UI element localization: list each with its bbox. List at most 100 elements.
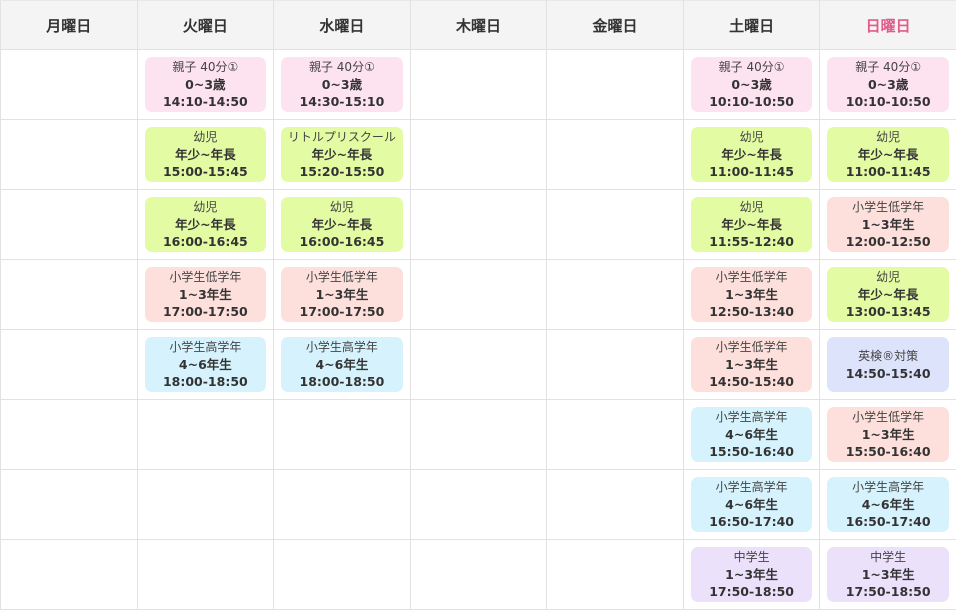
- lesson-card[interactable]: 親子 40分①0~3歳10:10-10:50: [827, 57, 949, 112]
- day-header-sun: 日曜日: [820, 1, 956, 50]
- lesson-name: 幼児: [330, 199, 354, 216]
- lesson-time: 16:00-16:45: [300, 233, 385, 250]
- lesson-card[interactable]: 小学生高学年4~6年生18:00-18:50: [281, 337, 403, 392]
- schedule-cell-mon: [1, 540, 138, 610]
- lesson-card[interactable]: 小学生低学年1~3年生14:50-15:40: [691, 337, 813, 392]
- schedule-cell-wed: 幼児年少~年長16:00-16:45: [274, 190, 411, 260]
- lesson-time: 10:10-10:50: [846, 93, 931, 110]
- lesson-card[interactable]: 幼児年少~年長11:55-12:40: [691, 197, 813, 252]
- lesson-card[interactable]: 中学生1~3年生17:50-18:50: [691, 547, 813, 602]
- lesson-card[interactable]: 小学生低学年1~3年生12:50-13:40: [691, 267, 813, 322]
- schedule-cell-sun: 中学生1~3年生17:50-18:50: [820, 540, 956, 610]
- lesson-card[interactable]: 小学生低学年1~3年生17:00-17:50: [145, 267, 267, 322]
- lesson-card[interactable]: 小学生低学年1~3年生12:00-12:50: [827, 197, 949, 252]
- lesson-time: 17:50-18:50: [846, 583, 931, 600]
- schedule-cell-mon: [1, 400, 138, 470]
- lesson-card[interactable]: 幼児年少~年長11:00-11:45: [691, 127, 813, 182]
- lesson-age: 1~3年生: [725, 286, 778, 303]
- lesson-age: 0~3歳: [185, 76, 225, 93]
- day-header-tue: 火曜日: [137, 1, 274, 50]
- lesson-card[interactable]: 小学生高学年4~6年生18:00-18:50: [145, 337, 267, 392]
- lesson-card[interactable]: 親子 40分①0~3歳10:10-10:50: [691, 57, 813, 112]
- schedule-cell-mon: [1, 330, 138, 400]
- lesson-card[interactable]: 小学生高学年4~6年生15:50-16:40: [691, 407, 813, 462]
- lesson-name: 親子 40分①: [172, 59, 238, 76]
- day-header-mon: 月曜日: [1, 1, 138, 50]
- lesson-card[interactable]: 英検®対策14:50-15:40: [827, 337, 949, 392]
- lesson-name: 小学生高学年: [852, 479, 924, 496]
- lesson-age: 4~6年生: [315, 356, 368, 373]
- lesson-card[interactable]: 親子 40分①0~3歳14:30-15:10: [281, 57, 403, 112]
- time-slot-row: 中学生1~3年生17:50-18:50中学生1~3年生17:50-18:50: [1, 540, 956, 610]
- lesson-name: 小学生低学年: [852, 199, 924, 216]
- schedule-cell-mon: [1, 190, 138, 260]
- lesson-card[interactable]: 中学生1~3年生17:50-18:50: [827, 547, 949, 602]
- lesson-name: 小学生低学年: [852, 409, 924, 426]
- schedule-cell-tue: [137, 400, 274, 470]
- schedule-cell-tue: [137, 540, 274, 610]
- schedule-cell-thu: [410, 330, 547, 400]
- lesson-card[interactable]: 親子 40分①0~3歳14:10-14:50: [145, 57, 267, 112]
- lesson-name: 中学生: [870, 549, 906, 566]
- schedule-cell-thu: [410, 470, 547, 540]
- lesson-card[interactable]: 幼児年少~年長15:00-15:45: [145, 127, 267, 182]
- schedule-cell-mon: [1, 120, 138, 190]
- schedule-cell-sat: 小学生低学年1~3年生12:50-13:40: [683, 260, 820, 330]
- schedule-cell-mon: [1, 470, 138, 540]
- lesson-age: 1~3年生: [179, 286, 232, 303]
- lesson-card[interactable]: 幼児年少~年長16:00-16:45: [145, 197, 267, 252]
- lesson-time: 11:00-11:45: [709, 163, 794, 180]
- lesson-age: 0~3歳: [868, 76, 908, 93]
- lesson-age: 4~6年生: [862, 496, 915, 513]
- lesson-age: 4~6年生: [725, 496, 778, 513]
- schedule-cell-fri: [547, 400, 684, 470]
- lesson-time: 18:00-18:50: [300, 373, 385, 390]
- lesson-age: 年少~年長: [175, 146, 235, 163]
- lesson-name: 幼児: [740, 199, 764, 216]
- lesson-age: 1~3年生: [862, 216, 915, 233]
- schedule-cell-tue: 小学生高学年4~6年生18:00-18:50: [137, 330, 274, 400]
- lesson-age: 4~6年生: [725, 426, 778, 443]
- lesson-time: 11:55-12:40: [709, 233, 794, 250]
- schedule-cell-fri: [547, 540, 684, 610]
- schedule-cell-sun: 小学生高学年4~6年生16:50-17:40: [820, 470, 956, 540]
- lesson-name: 英検®対策: [858, 348, 918, 365]
- lesson-card[interactable]: 幼児年少~年長13:00-13:45: [827, 267, 949, 322]
- lesson-age: 年少~年長: [721, 146, 781, 163]
- lesson-card[interactable]: 小学生低学年1~3年生15:50-16:40: [827, 407, 949, 462]
- schedule-cell-sun: 幼児年少~年長11:00-11:45: [820, 120, 956, 190]
- lesson-card[interactable]: リトルプリスクール年少~年長15:20-15:50: [281, 127, 403, 182]
- schedule-cell-wed: 小学生低学年1~3年生17:00-17:50: [274, 260, 411, 330]
- lesson-time: 14:50-15:40: [709, 373, 794, 390]
- lesson-card[interactable]: 幼児年少~年長11:00-11:45: [827, 127, 949, 182]
- lesson-time: 12:00-12:50: [846, 233, 931, 250]
- lesson-age: 1~3年生: [725, 566, 778, 583]
- time-slot-row: 親子 40分①0~3歳14:10-14:50 親子 40分①0~3歳14:30-1…: [1, 50, 956, 120]
- schedule-cell-fri: [547, 120, 684, 190]
- lesson-name: 小学生低学年: [716, 269, 788, 286]
- schedule-cell-wed: [274, 540, 411, 610]
- time-slot-row: 小学生高学年4~6年生18:00-18:50小学生高学年4~6年生18:00-1…: [1, 330, 956, 400]
- lesson-name: 小学生高学年: [716, 479, 788, 496]
- lesson-time: 17:00-17:50: [163, 303, 248, 320]
- time-slot-row: 幼児年少~年長16:00-16:45 幼児年少~年長16:00-16:45 幼児年少…: [1, 190, 956, 260]
- lesson-card[interactable]: 小学生低学年1~3年生17:00-17:50: [281, 267, 403, 322]
- schedule-cell-sat: 小学生高学年4~6年生16:50-17:40: [683, 470, 820, 540]
- lesson-time: 14:50-15:40: [846, 365, 931, 382]
- schedule-cell-sun: 英検®対策14:50-15:40: [820, 330, 956, 400]
- time-slot-row: 小学生高学年4~6年生15:50-16:40 小学生低学年1~3年生15:50-1…: [1, 400, 956, 470]
- lesson-card[interactable]: 幼児年少~年長16:00-16:45: [281, 197, 403, 252]
- lesson-age: 1~3年生: [315, 286, 368, 303]
- lesson-name: 小学生高学年: [306, 339, 378, 356]
- lesson-card[interactable]: 小学生高学年4~6年生16:50-17:40: [827, 477, 949, 532]
- schedule-cell-thu: [410, 50, 547, 120]
- schedule-cell-fri: [547, 470, 684, 540]
- lesson-age: 年少~年長: [312, 146, 372, 163]
- lesson-name: 幼児: [876, 129, 900, 146]
- lesson-card[interactable]: 小学生高学年4~6年生16:50-17:40: [691, 477, 813, 532]
- lesson-name: リトルプリスクール: [288, 129, 396, 146]
- schedule-cell-mon: [1, 260, 138, 330]
- schedule-cell-fri: [547, 50, 684, 120]
- lesson-time: 16:00-16:45: [163, 233, 248, 250]
- lesson-name: 幼児: [740, 129, 764, 146]
